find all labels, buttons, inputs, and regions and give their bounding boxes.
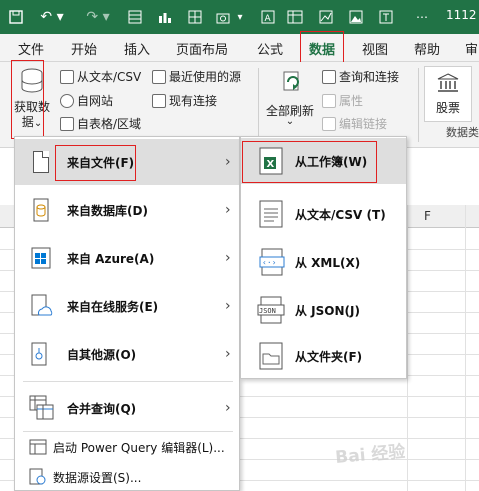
tab-page-layout[interactable]: 页面布局 (176, 39, 228, 58)
folder-file-icon (259, 342, 283, 370)
file-icon (33, 151, 49, 173)
combine-queries-icon (29, 395, 54, 420)
title-bar: ↶ ▾ ↷ ▾ ▾ A ⋯ 1112 (0, 0, 479, 34)
tab-file[interactable]: 文件 (18, 39, 44, 58)
menu-item-from-online-services[interactable]: 来自在线服务(E) › (15, 283, 239, 329)
chart-icon-2[interactable] (316, 7, 336, 27)
get-data-menu: 来自文件(F) › 来自数据库(D) › 来自 Azure(A) › 来自在线服… (14, 136, 240, 491)
get-data-label-2: 据⌄ (21, 115, 43, 129)
text-file-icon (60, 69, 74, 84)
tab-help[interactable]: 帮助 (414, 39, 440, 58)
window-title: 1112 (446, 8, 477, 22)
existing-connections-icon (152, 93, 166, 108)
excel-workbook-icon: X (259, 147, 283, 175)
submenu-item-from-folder[interactable]: 从文件夹(F) (241, 333, 406, 379)
xml-file-icon: ‹·› (259, 248, 285, 276)
chevron-right-icon: › (225, 154, 231, 170)
chevron-right-icon: › (225, 298, 231, 314)
save-icon[interactable] (6, 7, 26, 27)
table-icon[interactable] (186, 7, 204, 27)
cloud-file-icon (31, 294, 53, 316)
table-range-icon (60, 116, 74, 131)
chevron-right-icon: › (225, 346, 231, 362)
ribbon-separator (258, 68, 259, 142)
tab-view[interactable]: 视图 (362, 39, 388, 58)
tab-data[interactable]: 数据 (309, 39, 335, 58)
tab-home[interactable]: 开始 (71, 39, 97, 58)
menu-item-power-query-editor[interactable]: 启动 Power Query 编辑器(L)... (15, 433, 239, 461)
font-a-icon[interactable]: A (258, 7, 278, 27)
web-icon (60, 93, 74, 108)
tab-formulas[interactable]: 公式 (257, 39, 283, 58)
data-source-settings-icon (29, 468, 46, 485)
menu-divider (23, 431, 233, 432)
table-grid-icon[interactable] (284, 7, 306, 27)
svg-text:JSON: JSON (259, 307, 276, 315)
azure-icon (31, 247, 51, 269)
power-query-icon (29, 439, 47, 455)
submenu-item-from-xml[interactable]: ‹·› 从 XML(X) (241, 239, 406, 285)
from-web-button[interactable]: 自网站 (60, 92, 113, 109)
submenu-item-from-text-csv[interactable]: 从文本/CSV (T) (241, 191, 406, 237)
ribbon-separator-2 (418, 68, 419, 142)
stocks-button[interactable]: 股票 (424, 66, 472, 122)
svg-text:‹·›: ‹·› (262, 258, 276, 267)
recent-sources-icon (152, 69, 166, 84)
chevron-right-icon: › (225, 202, 231, 218)
properties-button[interactable]: 属性 (322, 92, 363, 109)
queries-connections-button[interactable]: 查询和连接 (322, 68, 399, 85)
submenu-item-from-workbook[interactable]: X 从工作簿(W) (241, 138, 406, 184)
from-file-submenu: X 从工作簿(W) 从文本/CSV (T) ‹·› 从 XML(X) JSON … (240, 136, 407, 379)
bank-icon (437, 73, 459, 92)
properties-icon (322, 93, 336, 108)
stocks-label: 股票 (435, 101, 460, 115)
json-file-icon: JSON (257, 296, 285, 324)
menu-item-from-azure[interactable]: 来自 Azure(A) › (15, 235, 239, 281)
gridline (407, 205, 408, 491)
form-icon[interactable] (126, 7, 144, 27)
get-data-button[interactable]: 获取数 据⌄ (12, 62, 52, 136)
gridline (465, 205, 466, 491)
column-header-f[interactable]: F (424, 209, 431, 223)
chevron-right-icon: › (225, 250, 231, 266)
menu-item-combine-queries[interactable]: 合并查询(Q) › (15, 385, 239, 431)
undo-icon[interactable]: ↶ ▾ (34, 7, 70, 27)
redo-icon[interactable]: ↷ ▾ (80, 7, 116, 27)
dropdown-icon[interactable]: ▾ (234, 7, 246, 27)
data-types-group-label: 数据类 (446, 126, 479, 139)
from-text-csv-button[interactable]: 从文本/CSV (60, 68, 141, 85)
svg-text:X: X (267, 159, 275, 170)
menu-item-from-file[interactable]: 来自文件(F) › (15, 139, 239, 185)
recent-sources-button[interactable]: 最近使用的源 (152, 68, 241, 85)
queries-icon (322, 69, 336, 84)
database-icon (21, 68, 43, 93)
menu-divider (23, 381, 233, 382)
text-file-icon (259, 200, 283, 228)
existing-connections-button[interactable]: 现有连接 (152, 92, 217, 109)
ribbon-tabs: 文件 开始 插入 页面布局 公式 数据 视图 帮助 审 (0, 34, 479, 62)
edit-links-button[interactable]: 编辑链接 (322, 115, 387, 132)
image-icon[interactable] (346, 7, 366, 27)
chart-icon[interactable] (156, 7, 174, 27)
text-icon[interactable] (376, 7, 396, 27)
refresh-icon (283, 71, 299, 91)
tab-insert[interactable]: 插入 (124, 39, 150, 58)
from-table-button[interactable]: 自表格/区域 (60, 115, 141, 132)
svg-text:A: A (265, 14, 272, 24)
refresh-all-button[interactable]: 全部刷新 ⌄ (262, 66, 318, 132)
menu-item-from-other-sources[interactable]: 自其他源(O) › (15, 331, 239, 377)
chevron-right-icon: › (225, 400, 231, 416)
refresh-all-arrow: ⌄ (285, 116, 295, 127)
database-file-icon (33, 198, 49, 222)
tab-review[interactable]: 审 (465, 39, 478, 58)
more-icon[interactable]: ⋯ (412, 7, 432, 27)
menu-item-data-source-settings[interactable]: 数据源设置(S)... (15, 463, 239, 491)
submenu-item-from-json[interactable]: JSON 从 JSON(J) (241, 287, 406, 333)
other-sources-icon (31, 342, 47, 366)
menu-item-from-database[interactable]: 来自数据库(D) › (15, 187, 239, 233)
camera-icon[interactable] (212, 7, 234, 27)
edit-links-icon (322, 116, 336, 131)
